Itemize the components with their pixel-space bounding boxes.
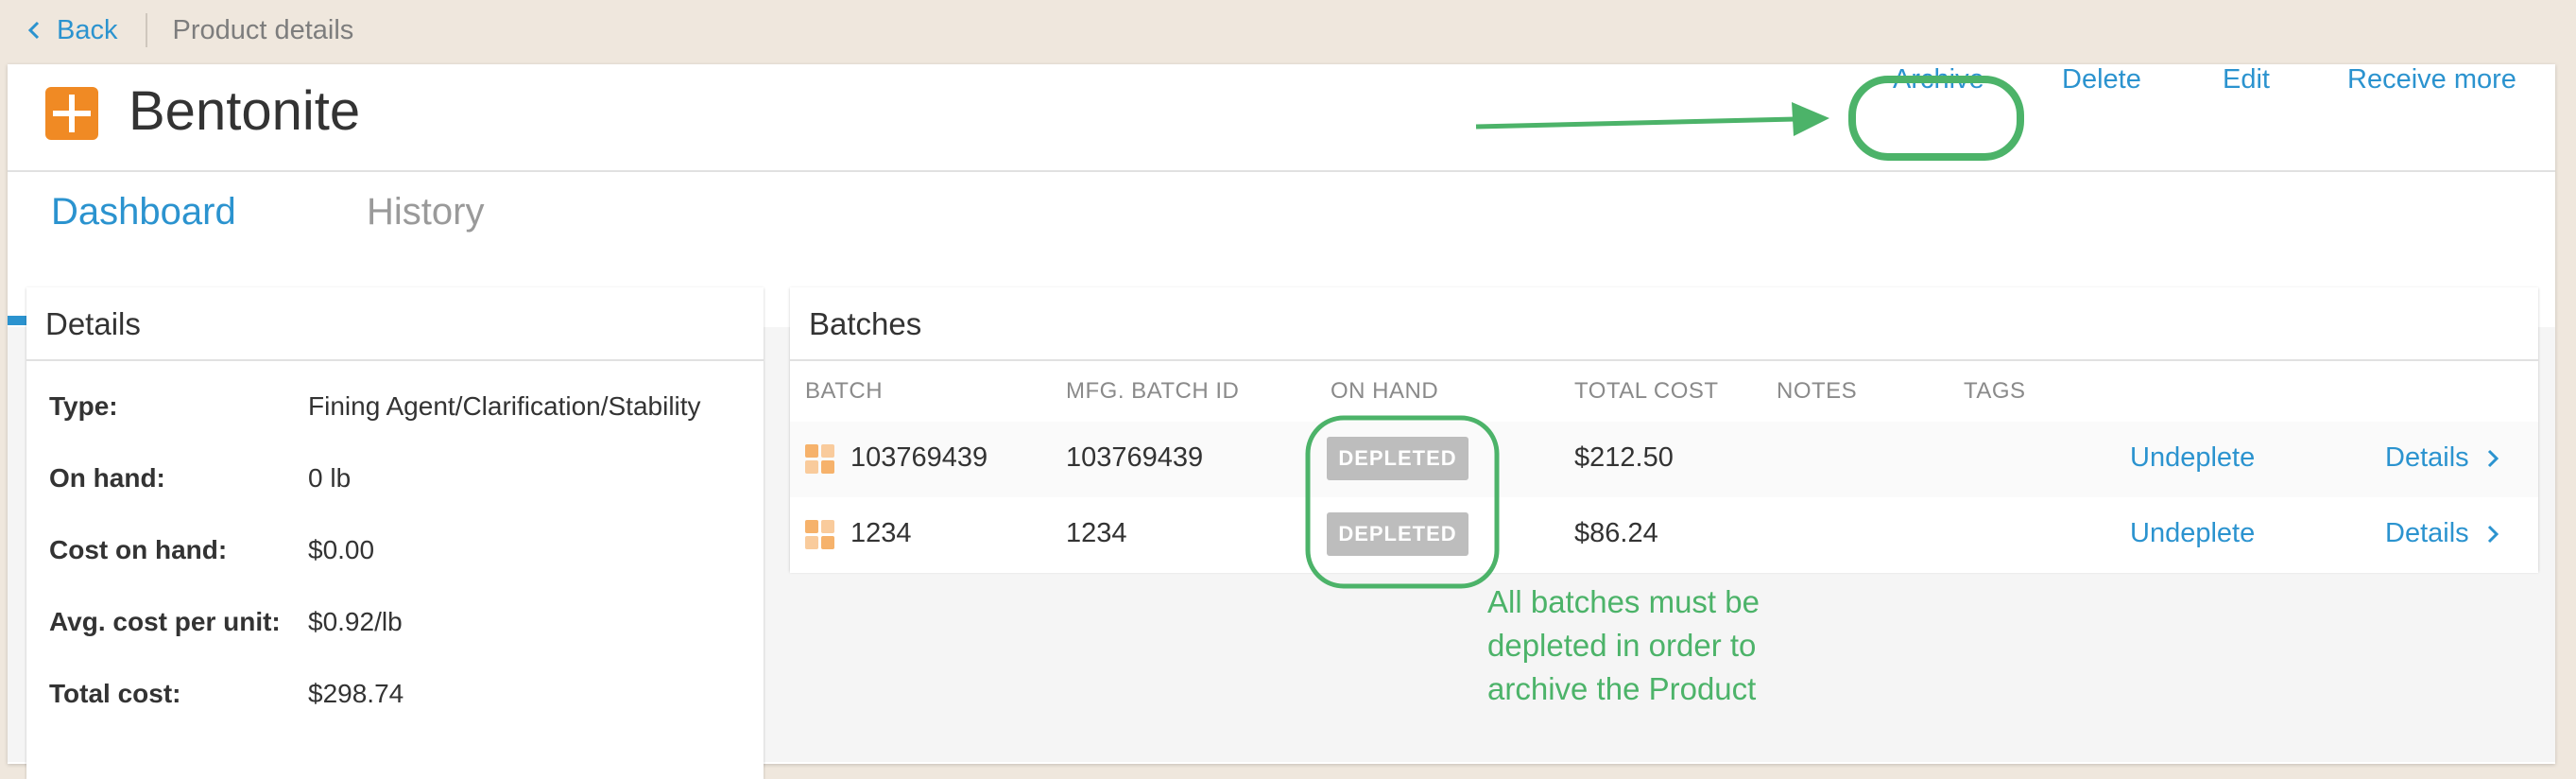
detail-label: Cost on hand:	[49, 535, 228, 564]
batch-cell: 1234	[850, 518, 912, 548]
tab-history[interactable]: History	[367, 191, 484, 234]
chevron-left-icon	[27, 21, 40, 40]
column-header-mfg-batch-id: MFG. BATCH ID	[1066, 378, 1240, 404]
back-label: Back	[57, 14, 118, 45]
total-cost-cell: $212.50	[1574, 442, 1674, 473]
column-header-tags: TAGS	[1964, 378, 2026, 404]
annotation-line: archive the Product	[1487, 671, 1757, 706]
archive-button[interactable]: Archive	[1893, 64, 1984, 95]
details-panel: Details Type: Fining Agent/Clarification…	[26, 287, 764, 779]
product-header: Bentonite Archive Delete Edit Receive mo…	[8, 64, 2555, 172]
batches-panel: Batches BATCH MFG. BATCH ID ON HAND TOTA…	[790, 287, 2538, 573]
details-link[interactable]: Details	[2385, 442, 2503, 474]
breadcrumb-divider	[146, 13, 148, 47]
receive-more-button[interactable]: Receive more	[2347, 64, 2516, 95]
annotation-line: depleted in order to	[1487, 628, 1757, 663]
column-header-batch: BATCH	[805, 378, 884, 404]
product-card: Bentonite Archive Delete Edit Receive mo…	[8, 64, 2555, 779]
mfg-batch-id-cell: 1234	[1066, 518, 1127, 548]
top-bar: Back Product details	[0, 0, 2576, 61]
detail-label: On hand:	[49, 463, 165, 493]
detail-value: $0.92/lb	[308, 607, 403, 636]
edit-button[interactable]: Edit	[2223, 64, 2270, 95]
plus-square-icon	[45, 87, 98, 140]
detail-value: $298.74	[308, 679, 404, 708]
details-title: Details	[45, 306, 141, 341]
annotation-line: All batches must be	[1487, 584, 1760, 619]
undeplete-button[interactable]: Undeplete	[2130, 518, 2255, 549]
breadcrumb: Product details	[172, 14, 354, 45]
column-header-notes: NOTES	[1777, 378, 1858, 404]
table-row: 103769439 103769439 DEPLETED $212.50 Und…	[790, 422, 2538, 497]
detail-value: Fining Agent/Clarification/Stability	[308, 391, 701, 421]
chevron-right-icon	[2487, 449, 2499, 467]
back-link[interactable]: Back	[21, 15, 117, 46]
page-title: Bentonite	[129, 80, 361, 142]
detail-label: Total cost:	[49, 679, 181, 708]
chevron-right-icon	[2487, 525, 2499, 543]
tab-dashboard[interactable]: Dashboard	[51, 191, 236, 234]
details-link-label: Details	[2385, 518, 2469, 548]
status-badge: DEPLETED	[1327, 512, 1468, 556]
details-divider	[26, 359, 764, 361]
detail-value: 0 lb	[308, 463, 352, 493]
batches-divider	[790, 359, 2538, 361]
table-row: 1234 1234 DEPLETED $86.24 Undeplete Deta…	[790, 497, 2538, 573]
batch-cell: 103769439	[850, 442, 988, 473]
details-link-label: Details	[2385, 442, 2469, 473]
mfg-batch-id-cell: 103769439	[1066, 442, 1204, 473]
column-header-on-hand: ON HAND	[1331, 378, 1439, 404]
details-link[interactable]: Details	[2385, 518, 2503, 549]
status-badge: DEPLETED	[1327, 437, 1468, 480]
batches-title: Batches	[809, 306, 922, 341]
column-header-total-cost: TOTAL COST	[1574, 378, 1719, 404]
detail-label: Avg. cost per unit:	[49, 607, 281, 636]
annotation-note: All batches must be depleted in order to…	[1487, 580, 1760, 711]
total-cost-cell: $86.24	[1574, 518, 1658, 548]
detail-label: Type:	[49, 391, 118, 421]
batch-icon	[805, 520, 835, 550]
detail-value: $0.00	[308, 535, 375, 564]
batch-icon	[805, 444, 835, 475]
delete-button[interactable]: Delete	[2062, 64, 2141, 95]
undeplete-button[interactable]: Undeplete	[2130, 442, 2255, 474]
